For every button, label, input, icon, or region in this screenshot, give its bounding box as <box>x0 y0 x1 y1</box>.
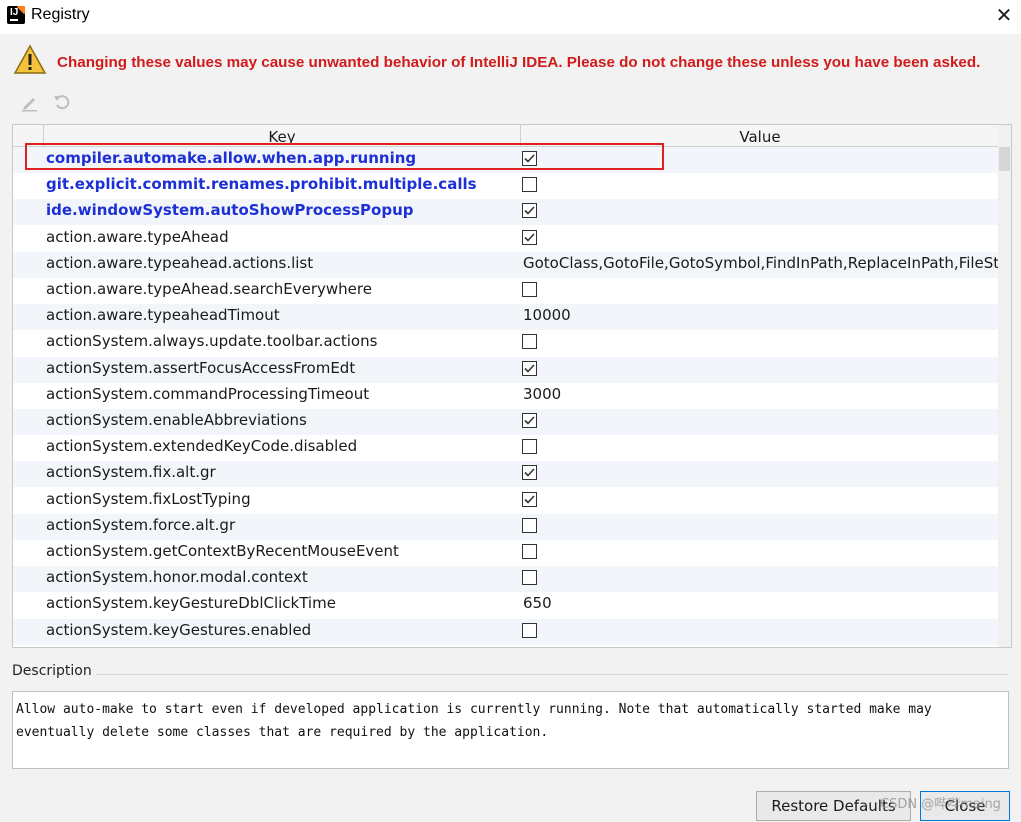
table-row[interactable]: compiler.automake.allow.when.app.running <box>13 147 998 173</box>
table-row[interactable]: actionSystem.keyGestures.enabled <box>13 618 998 645</box>
registry-key: actionSystem.extendedKeyCode.disabled <box>46 437 358 456</box>
title-bar: IJ Registry ✕ <box>0 0 1021 34</box>
table-row[interactable]: actionSystem.extendedKeyCode.disabled <box>13 435 998 461</box>
registry-key: actionSystem.force.alt.gr <box>46 515 236 534</box>
registry-value[interactable]: GotoClass,GotoFile,GotoSymbol,FindInPath… <box>523 254 1011 272</box>
checkbox-checked[interactable] <box>522 229 537 245</box>
checkbox-checked[interactable] <box>522 203 537 219</box>
registry-key: actionSystem.always.update.toolbar.actio… <box>46 332 378 351</box>
registry-table[interactable]: Key Value compiler.automake.allow.when.a… <box>12 124 1012 648</box>
registry-value[interactable]: 650 <box>523 594 552 612</box>
table-row[interactable]: ide.windowSystem.autoShowProcessPopup <box>13 199 998 226</box>
checkbox-checked[interactable] <box>522 465 537 481</box>
table-row[interactable]: action.aware.typeahead.actions.list GotoC… <box>13 251 1011 278</box>
table-row[interactable]: actionSystem.assertFocusAccessFromEdt <box>13 356 998 383</box>
undo-icon[interactable] <box>52 92 72 112</box>
registry-key: compiler.automake.allow.when.app.running <box>46 149 417 167</box>
window-title: Registry <box>31 6 90 23</box>
table-row[interactable]: actionSystem.force.alt.gr <box>13 513 998 540</box>
checkbox-unchecked[interactable] <box>522 622 537 638</box>
table-row[interactable]: actionSystem.fixLostTyping <box>13 488 998 514</box>
checkbox-unchecked[interactable] <box>522 334 537 350</box>
registry-key: ide.windowSystem.autoShowProcessPopup <box>46 201 414 220</box>
table-row[interactable]: actionSystem.keyGestureDblClickTime 650 <box>13 592 998 618</box>
table-row[interactable]: action.aware.typeAhead <box>13 226 998 252</box>
registry-key: actionSystem.fixLostTyping <box>46 489 251 508</box>
checkbox-unchecked[interactable] <box>522 177 537 193</box>
table-row[interactable]: actionSystem.enableAbbreviations <box>13 409 998 435</box>
warning-message: Changing these values may cause unwanted… <box>57 54 981 71</box>
table-row[interactable]: actionSystem.getContextByRecentMouseEven… <box>13 540 998 566</box>
dialog-content: Changing these values may cause unwanted… <box>0 34 1021 822</box>
table-row[interactable]: actionSystem.honor.modal.context <box>13 566 998 593</box>
checkbox-unchecked[interactable] <box>522 282 537 297</box>
registry-key: actionSystem.assertFocusAccessFromEdt <box>46 358 356 377</box>
checkbox-unchecked[interactable] <box>522 439 537 455</box>
close-button[interactable]: Close <box>920 791 1010 821</box>
checkbox-checked[interactable] <box>522 151 537 166</box>
description-line: Allow auto-make to start even if develop… <box>16 702 932 717</box>
registry-key: actionSystem.fix.alt.gr <box>46 463 216 482</box>
registry-key: actionSystem.getContextByRecentMouseEven… <box>46 542 399 560</box>
intellij-app-icon: IJ <box>7 6 25 24</box>
checkbox-checked[interactable] <box>522 360 537 376</box>
table-row[interactable]: git.explicit.commit.renames.prohibit.mul… <box>13 173 998 199</box>
checkbox-unchecked[interactable] <box>522 544 537 559</box>
description-separator <box>96 674 1008 675</box>
warning-icon <box>13 44 47 74</box>
close-icon[interactable]: ✕ <box>993 4 1015 26</box>
restore-defaults-button[interactable]: Restore Defaults <box>756 791 911 821</box>
scrollbar-thumb[interactable] <box>999 147 1010 171</box>
table-row[interactable]: actionSystem.fix.alt.gr <box>13 461 998 488</box>
registry-value[interactable]: 10000 <box>523 306 571 324</box>
checkbox-unchecked[interactable] <box>522 570 537 586</box>
registry-key: action.aware.typeaheadTimout <box>46 306 280 325</box>
registry-value[interactable]: 3000 <box>523 385 561 403</box>
description-line: eventually delete some classes that are … <box>16 725 549 740</box>
vertical-scrollbar[interactable] <box>998 125 1011 647</box>
table-row[interactable]: action.aware.typeAhead.searchEverywhere <box>13 278 998 304</box>
description-label: Description <box>12 663 92 679</box>
registry-key: actionSystem.keyGestures.enabled <box>46 620 312 639</box>
registry-key: action.aware.typeahead.actions.list <box>46 253 314 272</box>
registry-key: git.explicit.commit.renames.prohibit.mul… <box>46 175 477 194</box>
column-header-key[interactable]: Key <box>43 125 520 146</box>
table-row[interactable]: actionSystem.always.update.toolbar.actio… <box>13 330 998 356</box>
pencil-icon[interactable] <box>20 92 40 112</box>
registry-key: actionSystem.commandProcessingTimeout <box>46 384 370 403</box>
checkbox-checked[interactable] <box>522 491 537 507</box>
table-row[interactable]: actionSystem.commandProcessingTimeout 300… <box>13 383 998 409</box>
registry-key: actionSystem.keyGestureDblClickTime <box>46 594 336 613</box>
description-text-area[interactable]: Allow auto-make to start even if develop… <box>12 691 1009 769</box>
checkbox-unchecked[interactable] <box>522 517 537 533</box>
column-header-value[interactable]: Value <box>520 125 999 146</box>
registry-key: action.aware.typeAhead.searchEverywhere <box>46 280 372 298</box>
table-header: Key Value <box>13 125 998 147</box>
table-row[interactable]: action.aware.typeaheadTimout 10000 <box>13 304 998 331</box>
registry-key: actionSystem.enableAbbreviations <box>46 411 307 429</box>
registry-key: action.aware.typeAhead <box>46 227 229 246</box>
registry-key: actionSystem.honor.modal.context <box>46 568 308 587</box>
checkbox-checked[interactable] <box>522 413 537 428</box>
